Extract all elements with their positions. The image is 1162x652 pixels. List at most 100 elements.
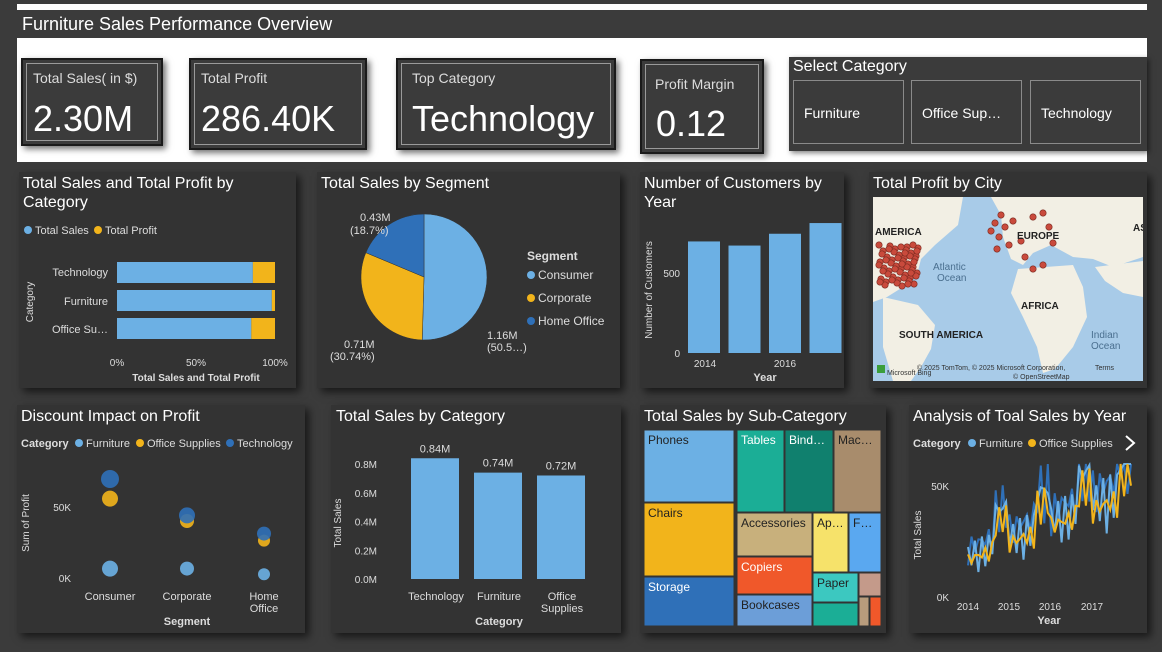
customer-bar-2016 xyxy=(769,233,801,353)
legend-dot-home-office xyxy=(527,317,535,325)
kpi-label: Total Profit xyxy=(201,70,268,86)
map-label-asia: AS xyxy=(1133,223,1143,234)
bar-total-profit-1 xyxy=(271,290,275,311)
kpi-top-category: Top Category Technology xyxy=(396,58,616,150)
bing-logo-icon xyxy=(877,365,885,373)
treemap-tile-15 xyxy=(869,596,882,627)
x-tick-2014: 2014 xyxy=(694,359,717,370)
x-tick-corporate: Corporate xyxy=(163,591,212,603)
kpi-total-sales: Total Sales( in $) 2.30M xyxy=(21,58,163,146)
y-tick-0: 0.0M xyxy=(355,575,377,586)
treemap-label-0: Phones xyxy=(648,433,689,447)
scatter-point-2-2 xyxy=(257,526,271,541)
x-tick-2014: 2014 xyxy=(957,602,980,613)
x-tick-2017: 2017 xyxy=(1081,602,1104,613)
treemap-label-1: Tables xyxy=(741,433,776,447)
map-label-south-america: SOUTH AMERICA xyxy=(899,330,983,341)
kpi-label: Top Category xyxy=(412,70,496,86)
city-dot-65 xyxy=(1029,265,1037,273)
x-tick-2015: 2015 xyxy=(998,602,1021,613)
slicer-option-technology[interactable]: Technology xyxy=(1030,80,1141,144)
category-bar-label-2: 0.72M xyxy=(546,461,577,473)
legend-office-supplies: Office Supplies xyxy=(147,438,221,450)
treemap-label-10: Paper xyxy=(817,576,849,590)
city-dot-72 xyxy=(1045,223,1053,231)
treemap-label-4: Chairs xyxy=(648,506,683,520)
scatter-point-2-1 xyxy=(179,507,195,524)
treemap-tile-13 xyxy=(858,572,882,597)
city-dot-58 xyxy=(901,249,909,257)
city-dot-50 xyxy=(885,245,893,253)
city-dot-59 xyxy=(898,260,906,268)
legend-dot-total-profit xyxy=(94,226,102,234)
treemap-label-6: Ap… xyxy=(817,516,844,530)
category-bar-1 xyxy=(474,472,522,579)
city-dot-46 xyxy=(897,243,905,251)
city-dot-71 xyxy=(1039,209,1047,217)
x-tick-supplies: Supplies xyxy=(541,603,584,615)
city-dot-68 xyxy=(993,245,1001,253)
x-tick-furniture: Furniture xyxy=(477,591,521,603)
x-tick-2016: 2016 xyxy=(1039,602,1062,613)
panel-sales-category: Total Sales by Category Total Sales 0.0M… xyxy=(331,405,621,633)
treemap-label-3: Mac… xyxy=(838,433,873,447)
legend-consumer: Consumer xyxy=(538,268,593,282)
pie-label-corporate-pct: (30.74%) xyxy=(330,351,375,363)
city-dot-62 xyxy=(1009,217,1017,225)
panel-profit-city: Total Profit by City AMERICA EUROPE AS A… xyxy=(869,172,1147,388)
y-axis-label: Sum of Profit xyxy=(21,494,32,552)
pie-slice-0 xyxy=(422,213,488,341)
city-dot-74 xyxy=(991,219,999,227)
kpi-strip-bottom xyxy=(17,152,1147,161)
legend-title: Category xyxy=(913,438,962,450)
y-axis-label: Total Sales xyxy=(333,499,344,548)
bar-total-sales-0 xyxy=(117,262,253,283)
kpi-value: 0.12 xyxy=(656,103,727,144)
slicer-option-office-supplies[interactable]: Office Sup… xyxy=(911,80,1022,144)
legend-next-icon[interactable] xyxy=(1125,435,1136,451)
panel-year-analysis: Analysis of Toal Sales by Year Category … xyxy=(909,405,1147,633)
year-line-chart: Category Furniture Office Supplies Total… xyxy=(913,435,1136,627)
kpi-profit-margin: Profit Margin 0.12 xyxy=(640,59,764,154)
category-bar-label-1: 0.74M xyxy=(483,458,514,470)
x-tick-2016: 2016 xyxy=(774,359,797,370)
city-dot-66 xyxy=(1039,261,1047,269)
category-bar-2 xyxy=(537,475,585,579)
city-map[interactable]: AMERICA EUROPE AS Atlantic Ocean AFRICA … xyxy=(873,197,1143,381)
y-tick-0: 0 xyxy=(674,349,680,360)
treemap-tile-14 xyxy=(858,596,870,627)
x-axis-label: Total Sales and Total Profit xyxy=(132,373,260,384)
city-dot-0 xyxy=(875,241,883,249)
city-dot-45 xyxy=(900,274,908,282)
city-dot-64 xyxy=(1021,253,1029,261)
map-label-atlantic: Atlantic xyxy=(933,262,966,273)
y-axis-label: Total Sales xyxy=(913,511,924,560)
kpi-value: 286.40K xyxy=(201,98,336,139)
scatter-point-2-0 xyxy=(101,470,119,488)
city-dot-48 xyxy=(891,265,899,273)
treemap-label-9: Copiers xyxy=(741,560,782,574)
panel-sales-profit-category: Total Sales and Total Profit by Category… xyxy=(19,172,296,388)
legend-home-office: Home Office xyxy=(538,314,605,328)
customer-bar-2014 xyxy=(688,241,720,353)
bar-total-profit-2 xyxy=(251,318,275,339)
city-dot-53 xyxy=(876,278,884,286)
customer-bar-2015 xyxy=(728,245,761,353)
map-label-africa: AFRICA xyxy=(1021,301,1059,312)
map-attribution: © 2025 TomTom, © 2025 Microsoft Corporat… xyxy=(917,364,1065,372)
slicer-option-furniture[interactable]: Furniture xyxy=(793,80,904,144)
legend-title: Segment xyxy=(527,249,578,263)
city-dot-51 xyxy=(882,256,890,264)
legend-corporate: Corporate xyxy=(538,291,592,305)
kpi-label: Total Sales( in $) xyxy=(33,70,138,86)
x-axis-label: Category xyxy=(475,616,524,628)
x-tick-consumer: Consumer xyxy=(85,591,136,603)
x-axis-label: Year xyxy=(753,372,777,384)
y-tick-2: 0.4M xyxy=(355,518,377,529)
treemap-label-5: Accessories xyxy=(741,516,806,530)
page-title: Furniture Sales Performance Overview xyxy=(17,10,1147,38)
category-label-technology: Technology xyxy=(52,267,108,279)
x-tick-technology: Technology xyxy=(408,591,464,603)
map-osm: © OpenStreetMap xyxy=(1013,373,1070,381)
panel-customers-year: Number of Customers by Year Number of Cu… xyxy=(640,172,844,388)
